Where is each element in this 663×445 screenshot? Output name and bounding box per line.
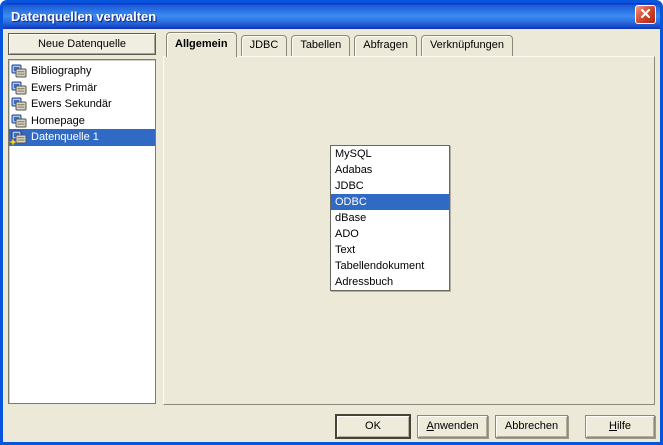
dropdown-option[interactable]: MySQL [331, 146, 449, 162]
tab-allgemein[interactable]: Allgemein [166, 32, 237, 57]
tab-verkn-pfungen[interactable]: Verknüpfungen [421, 35, 513, 56]
list-item-label: Ewers Primär [31, 82, 97, 94]
dropdown-option[interactable]: Adressbuch [331, 274, 449, 290]
datasource-icon [11, 130, 27, 144]
datasource-icon [11, 114, 27, 128]
tab-abfragen[interactable]: Abfragen [354, 35, 417, 56]
dialog-title: Datenquellen verwalten [3, 9, 156, 24]
list-item-label: Datenquelle 1 [31, 131, 99, 143]
ok-button[interactable]: OK [336, 415, 410, 438]
tab-tabellen[interactable]: Tabellen [291, 35, 350, 56]
list-item[interactable]: Homepage [9, 113, 155, 130]
new-datasource-button[interactable]: Neue Datenquelle [8, 33, 156, 55]
close-icon [640, 8, 651, 22]
dropdown-option[interactable]: Adabas [331, 162, 449, 178]
list-item-label: Homepage [31, 115, 85, 127]
cancel-button[interactable]: Abbrechen [495, 415, 568, 438]
tab-jdbc[interactable]: JDBC [241, 35, 288, 56]
dropdown-list[interactable]: MySQLAdabasJDBCODBCdBaseADOTextTabellend… [330, 145, 450, 291]
dropdown-option[interactable]: Text [331, 242, 449, 258]
list-item[interactable]: Bibliography [9, 63, 155, 80]
dropdown-option[interactable]: Tabellendokument [331, 258, 449, 274]
datasource-icon [11, 97, 27, 111]
list-item[interactable]: Datenquelle 1 [9, 129, 155, 146]
list-item[interactable]: Ewers Primär [9, 80, 155, 97]
dropdown-option[interactable]: ADO [331, 226, 449, 242]
datasource-icon [11, 64, 27, 78]
dropdown-option[interactable]: ODBC [331, 194, 449, 210]
titlebar[interactable]: Datenquellen verwalten [3, 3, 660, 29]
help-button[interactable]: Hilfe [585, 415, 655, 438]
list-item-label: Ewers Sekundär [31, 98, 112, 110]
dropdown-option[interactable]: dBase [331, 210, 449, 226]
datasource-icon [11, 81, 27, 95]
dialog-window: Datenquellen verwalten Neue Datenquelle … [0, 0, 663, 445]
apply-button[interactable]: Anwenden [417, 415, 488, 438]
close-button[interactable] [635, 5, 656, 24]
datasource-list[interactable]: Bibliography Ewers Primär Ewers Sekundär Ho… [8, 59, 156, 404]
list-item[interactable]: Ewers Sekundär [9, 96, 155, 113]
tab-bar: AllgemeinJDBCTabellenAbfragenVerknüpfung… [163, 33, 657, 56]
list-item-label: Bibliography [31, 65, 92, 77]
dropdown-option[interactable]: JDBC [331, 178, 449, 194]
